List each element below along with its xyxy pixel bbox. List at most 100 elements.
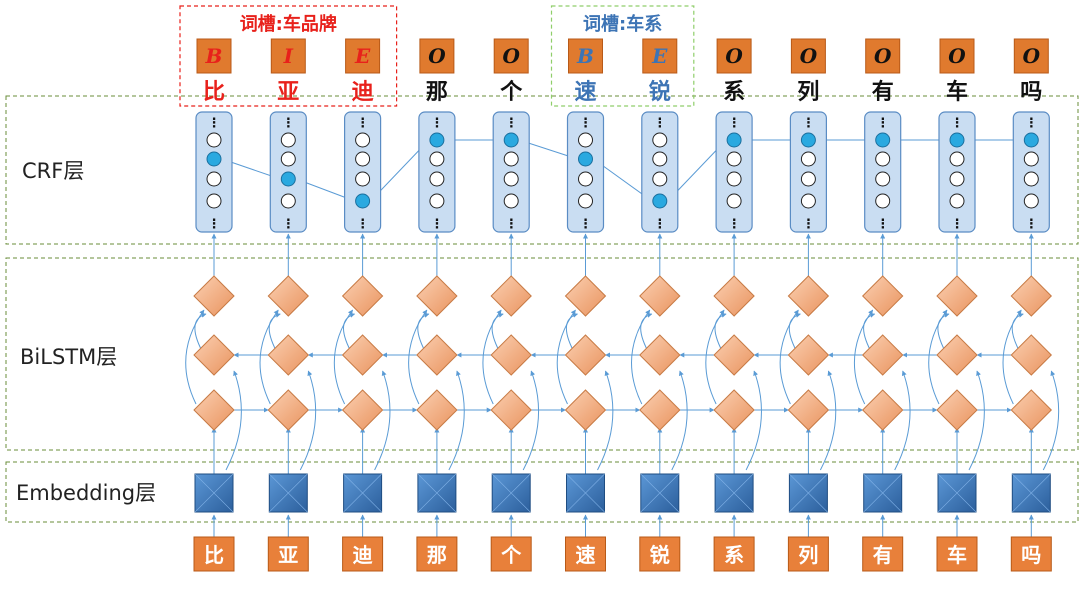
crf-node: [206, 193, 222, 209]
crf-node: [206, 171, 222, 187]
embedding-skip-arrow: [968, 370, 985, 471]
embedding-skip-arrow: [819, 370, 837, 471]
embedding-layer-label: Embedding层: [16, 481, 156, 505]
crf-selected-node: [503, 132, 519, 148]
embedding-layer-frame: [5, 461, 1079, 523]
lstm-cell: [416, 334, 458, 376]
crf-node: [503, 151, 519, 167]
crf-node: [429, 171, 445, 187]
crf-selected-node: [726, 132, 742, 148]
lstm-cell: [193, 389, 235, 431]
crf-node: [1023, 193, 1039, 209]
lstm-cell: [490, 389, 532, 431]
tag-label: I: [283, 44, 294, 68]
crf-node: [726, 171, 742, 187]
lstm-cell: [861, 334, 904, 376]
embedding-skip-arrow: [671, 370, 688, 471]
token-column: E锐⋮⋮锐: [639, 38, 681, 572]
crf-node: [280, 193, 296, 209]
crf-selected-node: [875, 132, 891, 148]
crf-node: [949, 171, 965, 187]
crf-node: [206, 132, 222, 148]
token-column: O列⋮⋮列: [787, 38, 830, 572]
input-token: 个: [500, 543, 522, 567]
vertical-ellipsis: ⋮: [951, 116, 964, 131]
crf-layer-label: CRF层: [22, 159, 84, 183]
crf-selected-node: [1023, 132, 1039, 148]
vertical-ellipsis: ⋮: [579, 217, 592, 232]
crf-node: [578, 171, 593, 187]
lstm-cell: [341, 334, 384, 376]
lstm-cell: [787, 275, 830, 317]
lstm-cell: [639, 389, 681, 431]
output-token: 速: [574, 79, 596, 105]
lstm-cell: [564, 334, 607, 376]
crf-node: [429, 193, 445, 209]
output-token: 那: [426, 80, 448, 105]
embedding-skip-arrow: [225, 370, 242, 471]
lstm-cell: [861, 389, 904, 431]
tag-label: O: [948, 44, 966, 68]
lstm-cell: [193, 334, 235, 376]
lstm-cell: [936, 389, 978, 431]
vertical-ellipsis: ⋮: [802, 116, 815, 131]
embedding-skip-arrow: [522, 370, 539, 471]
input-token: 列: [798, 543, 818, 567]
vertical-ellipsis: ⋮: [356, 116, 369, 131]
token-column: O个⋮⋮个: [490, 38, 532, 572]
vertical-ellipsis: ⋮: [579, 116, 592, 131]
crf-node: [800, 193, 816, 209]
tag-label: E: [354, 44, 371, 68]
crf-node: [355, 171, 371, 187]
output-token: 比: [203, 80, 225, 105]
input-token: 比: [204, 543, 224, 567]
lstm-cell: [936, 334, 978, 376]
connection-arrows: [185, 137, 1060, 537]
lstm-cell: [713, 275, 755, 317]
tag-label: O: [725, 44, 743, 68]
lstm-cell: [787, 389, 830, 431]
vertical-ellipsis: ⋮: [505, 217, 518, 232]
lstm-cell: [267, 334, 310, 376]
crf-node: [355, 132, 371, 148]
slot-title-1: 词槽:车系: [583, 13, 662, 35]
output-token: 车: [946, 79, 968, 105]
crf-node: [726, 151, 742, 167]
output-token: 亚: [277, 80, 299, 105]
crf-node: [1023, 151, 1039, 167]
output-token: 有: [872, 79, 894, 105]
vertical-ellipsis: ⋮: [282, 116, 295, 131]
lstm-cell: [416, 389, 458, 431]
crf-node: [652, 132, 668, 148]
crf-node: [875, 171, 891, 187]
token-column: O吗⋮⋮吗: [1010, 38, 1053, 572]
input-token: 速: [576, 543, 596, 567]
lstm-cell: [639, 275, 681, 317]
embedding-skip-arrow: [448, 370, 465, 471]
output-token: 锐: [649, 79, 671, 105]
crf-node: [578, 193, 593, 209]
lstm-cell: [267, 275, 310, 317]
output-token: 系: [723, 80, 745, 105]
input-token: 车: [947, 543, 967, 567]
vertical-ellipsis: ⋮: [876, 217, 889, 232]
crf-node: [652, 151, 668, 167]
bilstm-crf-diagram: CRF层 BiLSTM层 Embedding层 词槽:车品牌 词槽:车系 B比⋮⋮…: [5, 5, 1079, 572]
lstm-cell: [639, 334, 681, 376]
crf-node: [652, 171, 668, 187]
crf-node: [280, 151, 296, 167]
lstm-cell: [341, 275, 384, 317]
tag-label: O: [502, 44, 520, 68]
vertical-ellipsis: ⋮: [1025, 116, 1038, 131]
input-token: 迪: [353, 543, 373, 567]
vertical-ellipsis: ⋮: [653, 217, 666, 232]
token-column: O车⋮⋮车: [936, 38, 978, 572]
tag-label: O: [800, 44, 818, 68]
crf-node: [949, 193, 965, 209]
crf-layer-frame: [5, 95, 1079, 245]
token-column: B比⋮⋮比: [193, 38, 235, 572]
crf-node: [578, 132, 593, 148]
crf-selected-node: [949, 132, 965, 148]
slot-title-0: 词槽:车品牌: [240, 13, 337, 35]
vertical-ellipsis: ⋮: [505, 116, 518, 131]
